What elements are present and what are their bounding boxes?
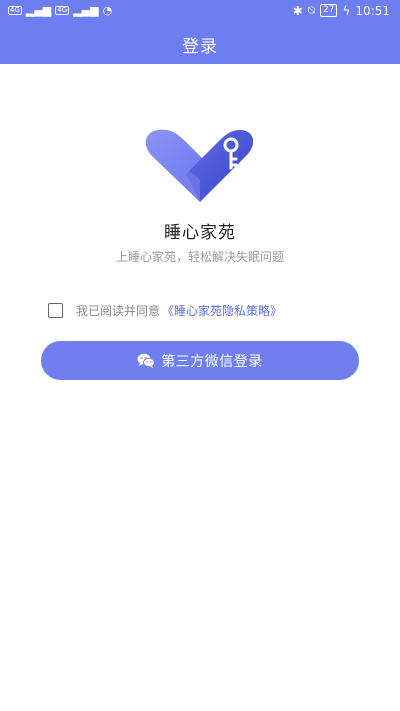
signal-icon-1: ▂▄▆ [25, 4, 52, 17]
app-slogan: 上睡心家苑，轻松解决失眠问题 [115, 250, 284, 264]
wifi-icon: ◔ [102, 4, 113, 17]
status-bar: 4G ▂▄▆ 4G ▂▄▆ ◔ ✱ ⍉ 27 ϟ 10:51 [0, 0, 400, 22]
status-time: 10:51 [355, 3, 390, 18]
signal-label-2: 4G [55, 6, 70, 15]
agreement-checkbox[interactable] [48, 303, 63, 318]
battery-icon: 27 [320, 4, 338, 17]
app-name: 睡心家苑 [164, 223, 236, 243]
status-right: ✱ ⍉ 27 ϟ 10:51 [293, 3, 390, 18]
bluetooth-icon: ✱ [292, 3, 303, 18]
app-logo-icon [145, 129, 254, 202]
agreement-row: 我已阅读并同意 《睡心家苑隐私策略》 [48, 302, 282, 319]
agreement-text: 我已阅读并同意 [76, 304, 161, 318]
mute-icon: ⍉ [307, 3, 316, 17]
page-title: 登录 [182, 37, 218, 57]
wechat-login-label: 第三方微信登录 [161, 353, 263, 370]
charging-icon: ϟ [342, 3, 351, 18]
signal-icon-2: ▂▄▆ [73, 4, 99, 17]
wechat-icon [137, 353, 156, 368]
header-bar: 4G ▂▄▆ 4G ▂▄▆ ◔ ✱ ⍉ 27 ϟ 10:51 登录 [0, 0, 400, 64]
privacy-policy-link[interactable]: 《睡心家苑隐私策略》 [162, 302, 282, 319]
wechat-login-button[interactable]: 第三方微信登录 [41, 341, 359, 380]
status-left: 4G ▂▄▆ 4G ▂▄▆ ◔ [8, 4, 112, 17]
signal-label-1: 4G [8, 6, 22, 15]
